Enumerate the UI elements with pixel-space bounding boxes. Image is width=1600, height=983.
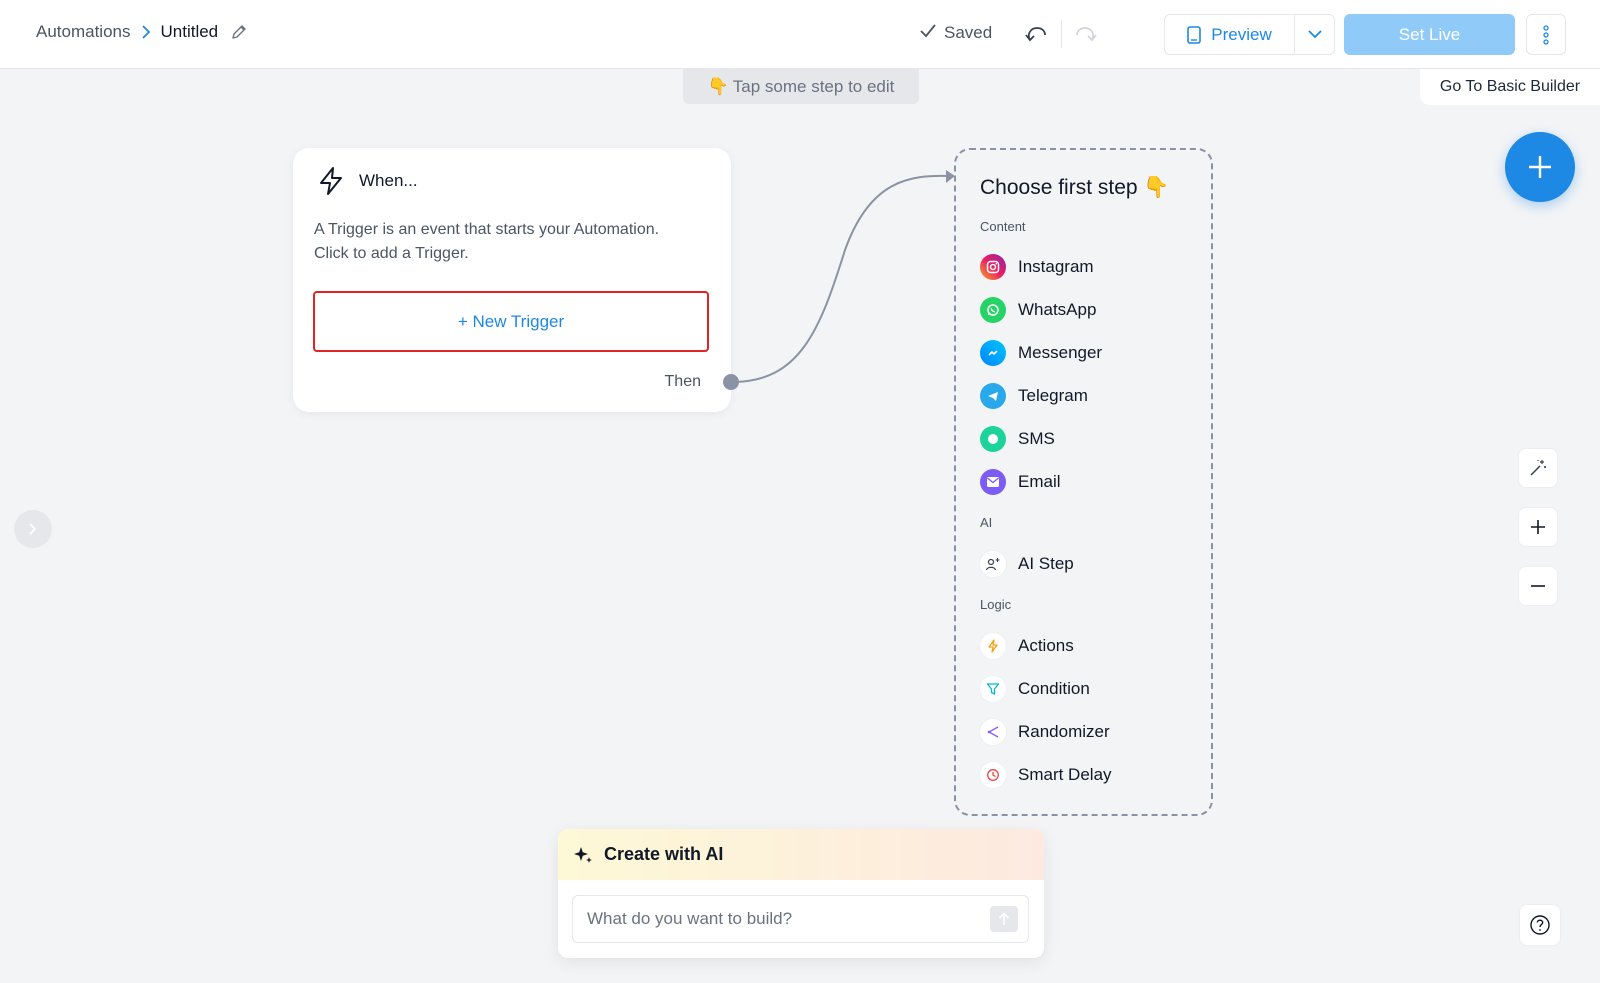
email-icon	[980, 469, 1006, 495]
minus-icon	[1531, 585, 1545, 587]
breadcrumb-automations-link[interactable]: Automations	[36, 22, 131, 42]
step-label: Actions	[1018, 636, 1074, 655]
step-label: AI Step	[1018, 554, 1074, 573]
step-label: Messenger	[1018, 343, 1103, 362]
sparkles-icon	[574, 846, 592, 863]
choose-first-step-panel: Choose first step 👇 Content Instagram Wh…	[954, 148, 1213, 816]
step-whatsapp[interactable]: WhatsApp	[980, 295, 1096, 325]
step-condition[interactable]: Condition	[980, 674, 1090, 704]
step-label: Instagram	[1018, 257, 1094, 276]
step-label: Telegram	[1018, 386, 1088, 405]
automation-name: Untitled	[160, 22, 219, 41]
ai-prompt-input[interactable]	[573, 896, 963, 942]
breadcrumb: Automations Untitled	[36, 22, 248, 42]
picker-title: Choose first step 👇	[980, 176, 1170, 200]
pointing-down-icon: 👇	[707, 76, 729, 96]
redo-icon	[1076, 27, 1097, 42]
pencil-icon[interactable]	[230, 23, 248, 41]
step-messenger[interactable]: Messenger	[980, 338, 1102, 368]
create-with-ai-panel: Create with AI	[558, 829, 1044, 958]
step-label: Smart Delay	[1018, 765, 1112, 784]
trigger-header: When...	[317, 166, 418, 196]
undo-icon	[1025, 27, 1046, 42]
plus-icon	[1529, 156, 1551, 178]
preview-dropdown-button[interactable]	[1295, 15, 1334, 54]
split-icon	[980, 719, 1006, 745]
edit-hint-text: Tap some step to edit	[732, 76, 895, 96]
section-label-ai: AI	[980, 515, 993, 530]
magic-wand-icon	[1530, 460, 1546, 476]
section-label-logic: Logic	[980, 597, 1012, 612]
create-with-ai-header: Create with AI	[558, 829, 1044, 880]
step-telegram[interactable]: Telegram	[980, 381, 1088, 411]
edit-hint: 👇 Tap some step to edit	[683, 69, 919, 104]
question-mark-icon	[1530, 915, 1550, 935]
instagram-icon	[980, 254, 1006, 280]
pointing-down-icon: 👇	[1143, 176, 1170, 199]
step-smart-delay[interactable]: Smart Delay	[980, 760, 1112, 790]
telegram-icon	[980, 383, 1006, 409]
new-trigger-button[interactable]: + New Trigger	[313, 291, 709, 352]
step-sms[interactable]: SMS	[980, 424, 1055, 454]
ai-agent-icon	[980, 551, 1006, 577]
trigger-description: A Trigger is an event that starts your A…	[314, 221, 660, 262]
magic-wand-button[interactable]	[1518, 448, 1558, 488]
sms-icon	[980, 426, 1006, 452]
trigger-title: When...	[359, 171, 418, 190]
plus-icon	[1531, 520, 1545, 534]
kebab-menu-icon	[1543, 24, 1549, 45]
lightning-icon	[980, 633, 1006, 659]
ai-send-button[interactable]	[990, 906, 1018, 932]
picker-title-text: Choose first step	[980, 176, 1138, 199]
create-with-ai-title: Create with AI	[604, 844, 724, 864]
ai-prompt-field	[572, 895, 1029, 943]
preview-label: Preview	[1211, 24, 1272, 44]
set-live-button[interactable]: Set Live	[1344, 14, 1515, 55]
preview-button-group: Preview	[1164, 14, 1335, 55]
section-label-content: Content	[980, 219, 1026, 234]
step-actions[interactable]: Actions	[980, 631, 1074, 661]
lightning-icon	[320, 167, 342, 195]
phone-icon	[1187, 25, 1202, 44]
step-label: SMS	[1018, 429, 1055, 448]
expand-sidebar-button[interactable]	[14, 510, 52, 548]
top-bar: Automations Untitled Saved Preview Set L…	[0, 0, 1600, 69]
then-connector-handle[interactable]	[723, 374, 739, 390]
chevron-down-icon	[1307, 30, 1322, 39]
preview-button[interactable]: Preview	[1165, 15, 1295, 54]
zoom-out-button[interactable]	[1518, 566, 1558, 606]
step-label: Condition	[1018, 679, 1090, 698]
go-to-basic-builder-link[interactable]: Go To Basic Builder	[1420, 69, 1600, 105]
trigger-card[interactable]: When... A Trigger is an event that start…	[293, 148, 739, 412]
whatsapp-icon	[980, 297, 1006, 323]
zoom-in-button[interactable]	[1518, 507, 1558, 547]
more-options-button[interactable]	[1526, 14, 1566, 55]
toolbar-divider	[1061, 20, 1062, 48]
clock-icon	[980, 762, 1006, 788]
step-label: Email	[1018, 472, 1061, 491]
step-randomizer[interactable]: Randomizer	[980, 717, 1110, 747]
saved-label: Saved	[944, 23, 993, 42]
redo-button[interactable]	[1072, 20, 1100, 48]
then-label: Then	[664, 373, 701, 390]
checkmark-icon	[920, 23, 936, 43]
step-label: Randomizer	[1018, 722, 1110, 741]
messenger-icon	[980, 340, 1006, 366]
step-ai-step[interactable]: AI Step	[980, 549, 1074, 579]
undo-button[interactable]	[1022, 20, 1050, 48]
step-label: WhatsApp	[1018, 300, 1097, 319]
chevron-right-icon	[141, 25, 151, 39]
add-step-fab[interactable]	[1505, 132, 1575, 202]
filter-icon	[980, 676, 1006, 702]
arrow-up-icon	[998, 912, 1010, 925]
save-status: Saved	[920, 23, 992, 43]
step-instagram[interactable]: Instagram	[980, 252, 1094, 282]
chevron-right-icon	[29, 523, 37, 535]
step-email[interactable]: Email	[980, 467, 1061, 497]
help-button[interactable]	[1519, 904, 1561, 946]
